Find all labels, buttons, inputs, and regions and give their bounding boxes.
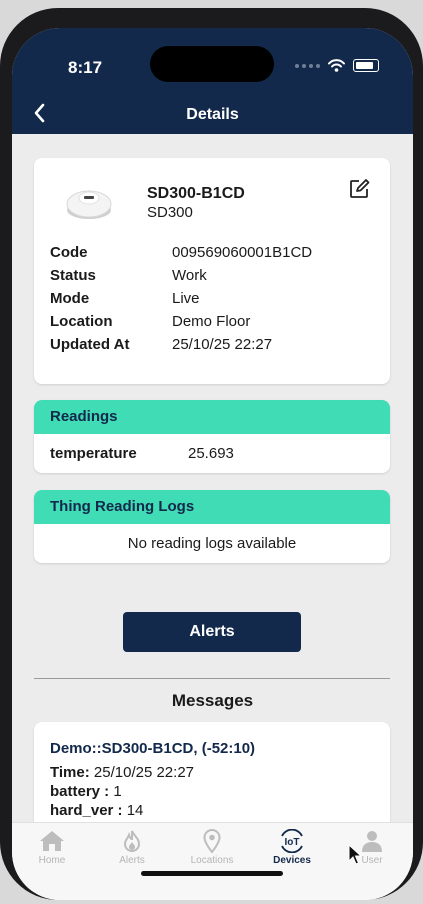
device-model: SD300	[147, 204, 193, 221]
page-title: Details	[186, 106, 239, 123]
header-bar: 8:17 Details	[12, 28, 413, 134]
alerts-button[interactable]: Alerts	[123, 612, 301, 652]
detail-value: 25/10/25 22:27	[172, 336, 273, 353]
tab-locations[interactable]: Locations	[172, 829, 252, 866]
detail-value: Live	[172, 290, 200, 307]
message-line-key: hard_ver :	[50, 802, 123, 819]
tab-label: Devices	[273, 855, 311, 866]
phone-frame: 8:17 Details SD300-B1CD SD300 Code 00956…	[0, 8, 423, 900]
svg-text:IoT: IoT	[285, 837, 300, 848]
dynamic-island	[150, 46, 274, 82]
reading-logs-card: Thing Reading Logs No reading logs avail…	[34, 490, 390, 563]
device-card: SD300-B1CD SD300 Code 009569060001B1CD S…	[34, 158, 390, 384]
tab-user[interactable]: User	[332, 829, 412, 866]
message-line-battery: battery : 1	[50, 783, 122, 800]
status-icons	[295, 59, 379, 72]
battery-icon	[353, 59, 379, 72]
detail-value: 009569060001B1CD	[172, 244, 313, 261]
reading-key: temperature	[50, 445, 137, 462]
edit-icon[interactable]	[348, 178, 370, 200]
detail-key: Location	[50, 313, 113, 330]
tab-label: Locations	[190, 855, 234, 866]
status-time: 8:17	[68, 58, 103, 77]
screen: 8:17 Details SD300-B1CD SD300 Code 00956…	[12, 28, 413, 900]
flame-icon	[123, 830, 141, 852]
signal-icon	[295, 63, 320, 68]
reading-row: temperature 25.693	[34, 434, 390, 473]
message-line-value: 14	[126, 802, 144, 819]
message-line-key: battery :	[50, 783, 110, 800]
detail-key: Mode	[50, 290, 90, 307]
readings-title: Readings	[34, 400, 390, 434]
tab-label: User	[361, 855, 383, 866]
message-header: Demo::SD300-B1CD, (-52:10)	[50, 740, 256, 757]
message-line-value: 1	[113, 783, 122, 800]
message-time-value: 25/10/25 22:27	[93, 764, 194, 781]
location-pin-icon	[203, 829, 221, 853]
message-card[interactable]: Demo::SD300-B1CD, (-52:10) Time: 25/10/2…	[34, 722, 390, 832]
message-line-hard-ver: hard_ver : 14	[50, 802, 143, 819]
home-icon	[40, 831, 64, 851]
detail-key: Updated At	[50, 336, 130, 353]
user-icon	[362, 831, 382, 852]
detail-value: Work	[172, 267, 207, 284]
reading-logs-title: Thing Reading Logs	[34, 490, 390, 524]
reading-value: 25.693	[188, 445, 234, 462]
detail-value: Demo Floor	[172, 313, 251, 330]
divider	[34, 678, 390, 679]
readings-card: Readings temperature 25.693	[34, 400, 390, 473]
wifi-icon	[328, 59, 345, 72]
message-time: Time: 25/10/25 22:27	[50, 764, 194, 781]
detail-key: Status	[50, 267, 96, 284]
iot-icon: IoT	[281, 829, 303, 853]
tab-devices[interactable]: IoT Devices	[252, 829, 332, 866]
detail-key: Code	[50, 244, 88, 261]
smoke-detector-image	[66, 190, 112, 219]
tab-label: Alerts	[119, 855, 145, 866]
tab-alerts[interactable]: Alerts	[92, 829, 172, 866]
messages-title: Messages	[171, 691, 254, 710]
home-indicator	[141, 871, 283, 876]
device-name: SD300-B1CD	[147, 185, 245, 202]
message-time-label: Time:	[50, 764, 90, 781]
mouse-cursor-icon	[348, 844, 362, 865]
tab-home[interactable]: Home	[12, 829, 92, 866]
tab-label: Home	[38, 855, 66, 866]
reading-logs-empty-text: No reading logs available	[127, 535, 297, 552]
